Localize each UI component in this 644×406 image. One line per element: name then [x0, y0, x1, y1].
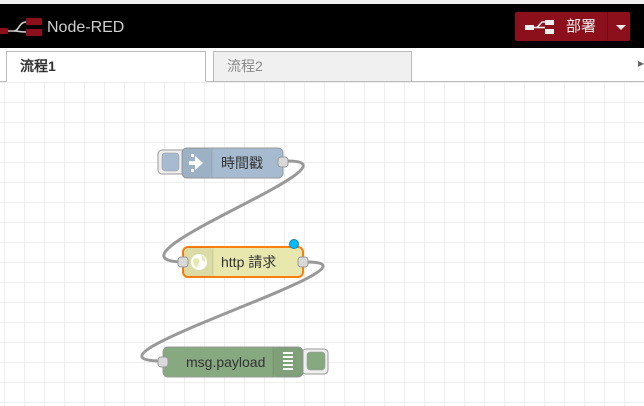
tab-scroll-right-icon[interactable]: ▸ [638, 56, 644, 72]
node-red-logo-icon [0, 18, 42, 36]
http-request-node-label: http 請求 [221, 254, 276, 270]
flow-workspace[interactable]: 時間戳 http 請求 msg.payload [0, 82, 644, 406]
debug-node[interactable]: msg.payload [157, 346, 329, 378]
debug-node-label: msg.payload [186, 354, 265, 370]
app-title: Node-RED [47, 19, 125, 36]
deploy-icon [525, 20, 554, 34]
globe-icon [191, 254, 207, 270]
http-request-output-port[interactable] [297, 256, 309, 268]
node-red-editor: Node-RED 部署 流程1 流程2 ▸ 時間戳 http 請求 msg.pa… [0, 0, 644, 406]
inject-output-port[interactable] [277, 156, 289, 168]
debug-input-port[interactable] [157, 356, 169, 368]
inject-node[interactable]: 時間戳 [157, 147, 289, 179]
inject-node-label: 時間戳 [221, 155, 263, 171]
tab-flow-1[interactable]: 流程1 [6, 51, 206, 82]
flow-canvas: 時間戳 http 請求 msg.payload [140, 147, 329, 378]
header-bar: Node-RED 部署 [0, 0, 644, 48]
http-request-input-port[interactable] [177, 256, 189, 268]
tab-flow-2[interactable]: 流程2 [213, 51, 412, 82]
workspace-tabs: 流程1 流程2 ▸ [0, 48, 644, 82]
deploy-main-button[interactable]: 部署 [515, 12, 605, 41]
changed-indicator-icon [289, 239, 299, 249]
deploy-button[interactable]: 部署 [515, 12, 630, 41]
deploy-menu-caret-icon[interactable] [611, 12, 630, 41]
deploy-label: 部署 [566, 18, 597, 35]
http-request-node[interactable]: http 請求 [177, 239, 309, 278]
deploy-divider [607, 12, 608, 41]
